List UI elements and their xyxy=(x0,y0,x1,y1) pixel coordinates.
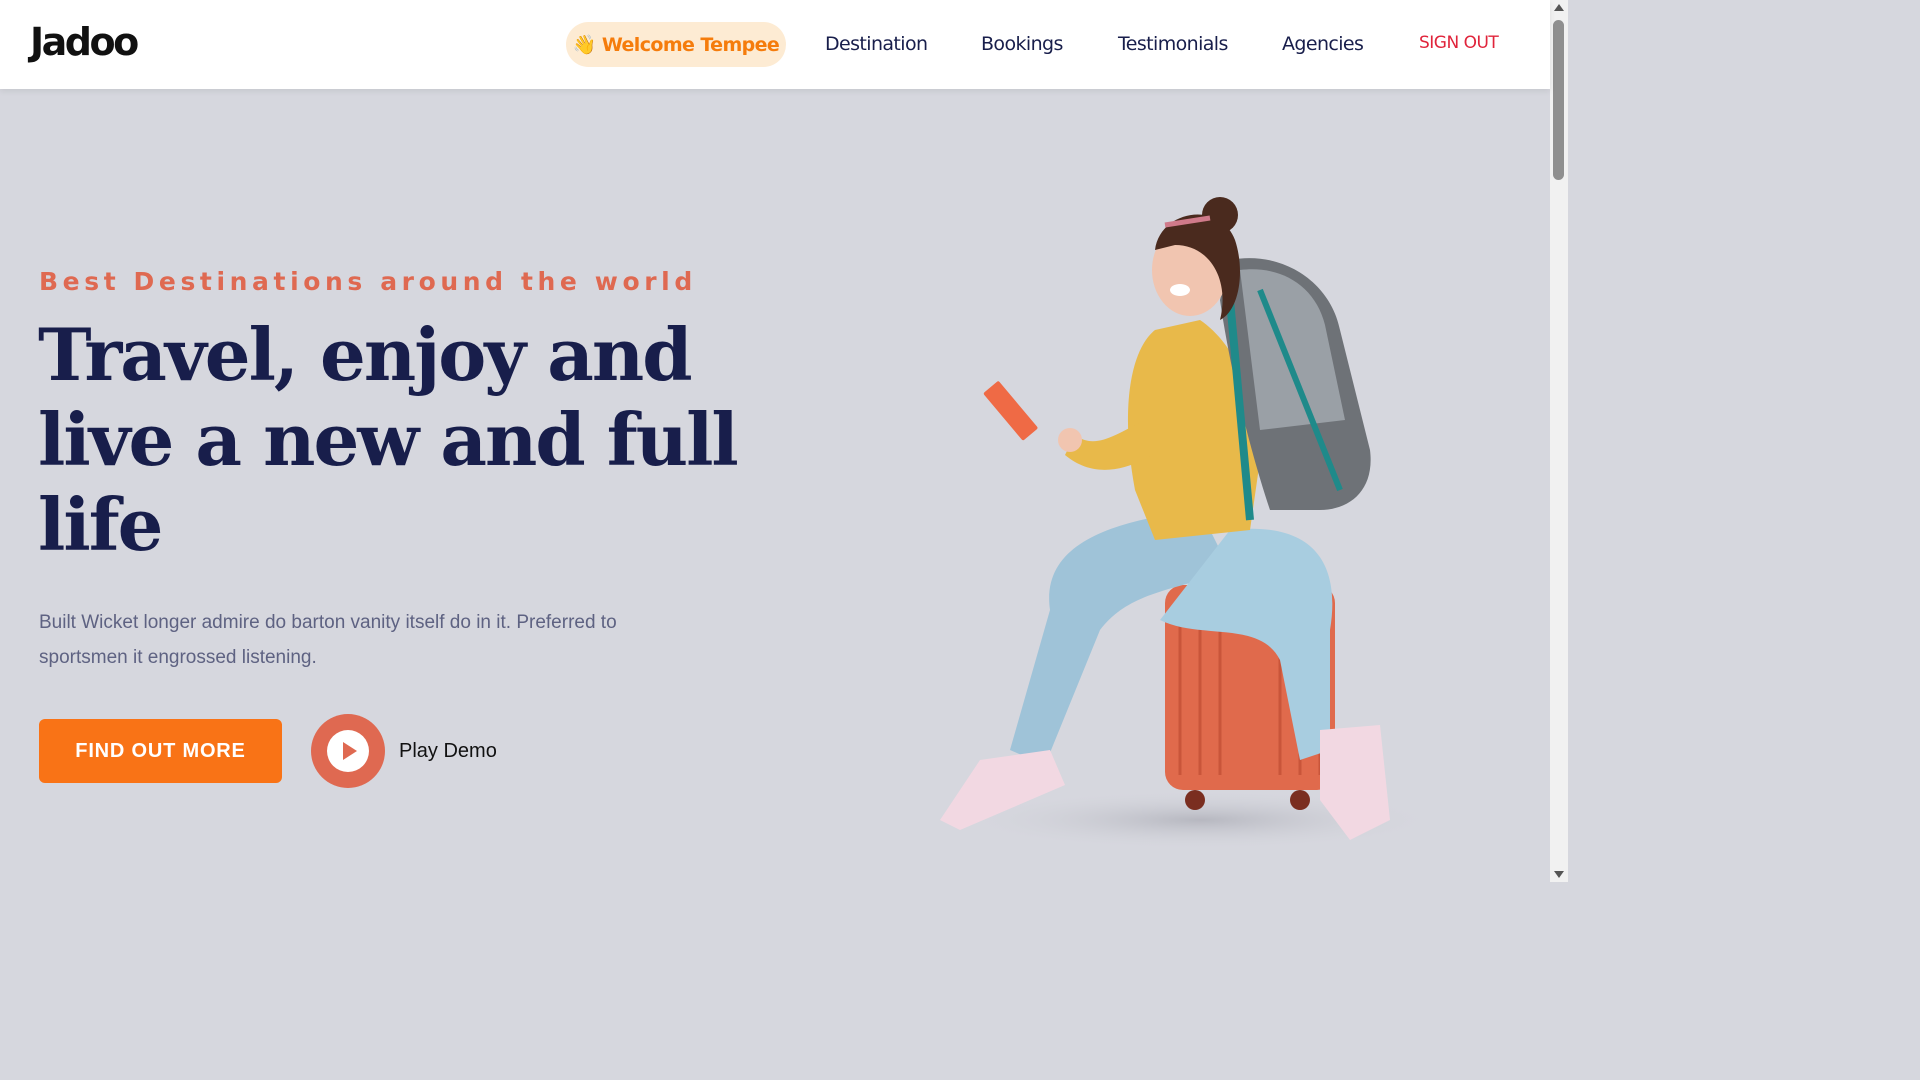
nav-link-agencies[interactable]: Agencies xyxy=(1282,33,1364,55)
hero-tagline: Best Destinations around the world xyxy=(39,267,697,296)
logo[interactable]: Jadoo xyxy=(30,20,139,64)
play-button-inner xyxy=(327,730,369,772)
sign-out-link[interactable]: SIGN OUT xyxy=(1419,33,1499,53)
scroll-up-arrow-icon[interactable] xyxy=(1554,4,1564,11)
navbar: Jadoo 👋 Welcome Tempee Destination Booki… xyxy=(0,0,1550,89)
nav-link-bookings[interactable]: Bookings xyxy=(981,33,1063,55)
hero-description: Built Wicket longer admire do barton van… xyxy=(39,612,617,668)
welcome-text: Welcome Tempee xyxy=(601,33,780,56)
headline-line: life xyxy=(38,482,163,567)
hero-headline: Travel, enjoy and live a new and full li… xyxy=(38,312,798,567)
headline-line: live a new and full xyxy=(38,397,739,482)
nav-link-destination[interactable]: Destination xyxy=(825,33,928,55)
find-out-more-button[interactable]: FIND OUT MORE xyxy=(39,719,282,783)
scrollbar-thumb[interactable] xyxy=(1553,20,1564,180)
play-demo-button[interactable] xyxy=(311,714,385,788)
nav-link-testimonials[interactable]: Testimonials xyxy=(1118,33,1228,55)
page-scrollbar[interactable] xyxy=(1550,0,1568,882)
play-icon xyxy=(343,742,357,760)
headline-line: Travel, enjoy and xyxy=(38,312,693,397)
scroll-down-arrow-icon[interactable] xyxy=(1554,871,1564,878)
hero-traveler-image xyxy=(940,197,1440,850)
play-demo-label[interactable]: Play Demo xyxy=(399,740,497,763)
waving-hand-icon: 👋 xyxy=(572,34,597,56)
welcome-badge: 👋 Welcome Tempee xyxy=(566,22,786,67)
